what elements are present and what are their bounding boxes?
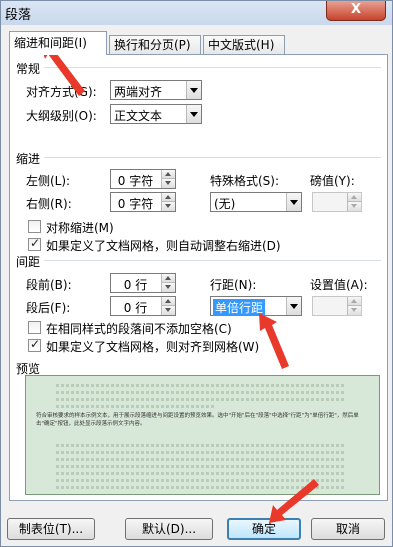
spin-up-icon[interactable]: [348, 193, 361, 202]
spin-down-icon[interactable]: [162, 179, 175, 188]
divider: [44, 260, 381, 261]
outline-level-value: 正文文本: [114, 109, 163, 123]
line-spacing-select[interactable]: 单倍行距: [210, 296, 302, 316]
space-before-value: 0 行: [123, 278, 148, 292]
special-indent-value: (无): [214, 197, 236, 211]
chevron-down-icon[interactable]: [286, 193, 301, 211]
space-after-spinner[interactable]: 0 行: [110, 296, 176, 316]
divider: [44, 67, 381, 68]
ok-button[interactable]: 确定: [227, 518, 301, 540]
cancel-button[interactable]: 取消: [311, 518, 385, 540]
alignment-value: 两端对齐: [114, 85, 163, 99]
line-spacing-label: 行距(N):: [210, 278, 257, 292]
left-indent-spinner[interactable]: 0 字符: [110, 169, 176, 189]
tabs-button[interactable]: 制表位(T)...: [7, 518, 95, 540]
spin-down-icon[interactable]: [162, 306, 175, 315]
spin-up-icon[interactable]: [162, 297, 175, 306]
chevron-down-icon[interactable]: [186, 81, 201, 99]
section-general: 常规: [16, 62, 41, 76]
chevron-down-icon[interactable]: [286, 297, 301, 315]
tab-indent-spacing[interactable]: 缩进和间距(I): [9, 31, 107, 55]
space-after-value: 0 行: [123, 301, 148, 315]
tab-line-page-breaks[interactable]: 换行和分页(P): [109, 35, 201, 55]
dialog-title: 段落: [5, 8, 32, 23]
spacing-at-spinner[interactable]: [312, 296, 362, 316]
close-button[interactable]: X: [326, 1, 386, 21]
preview-pane: 符合审核要求的样本示例文本，用于展示段落缩进与间距设置的预览效果。选中"开始"后…: [25, 375, 380, 495]
special-indent-select[interactable]: (无): [210, 192, 302, 212]
spin-up-icon[interactable]: [348, 297, 361, 306]
outline-level-label: 大纲级别(O):: [26, 109, 97, 123]
spin-down-icon[interactable]: [162, 202, 175, 211]
space-before-label: 段前(B):: [26, 278, 72, 292]
set-default-button[interactable]: 默认(D)...: [125, 518, 213, 540]
right-indent-spinner[interactable]: 0 字符: [110, 192, 176, 212]
spin-up-icon[interactable]: [162, 193, 175, 202]
left-indent-value: 0 字符: [117, 174, 154, 188]
right-indent-label: 右侧(R):: [26, 197, 72, 211]
checkbox-box[interactable]: [28, 337, 41, 352]
checkbox-box[interactable]: [28, 220, 41, 233]
title-bar: 段落 X: [1, 1, 392, 25]
preview-sample-text: 符合审核要求的样本示例文本，用于展示段落缩进与间距设置的预览效果。选中"开始"后…: [36, 413, 359, 427]
indent-by-spinner[interactable]: [312, 192, 362, 212]
outline-level-select[interactable]: 正文文本: [110, 104, 202, 124]
spin-up-icon[interactable]: [162, 274, 175, 283]
space-after-label: 段后(F):: [26, 301, 71, 315]
checkbox-box[interactable]: [28, 236, 41, 251]
section-spacing: 间距: [16, 255, 41, 269]
alignment-label: 对齐方式(G):: [26, 85, 97, 99]
snap-to-grid-label: 如果定义了文档网格，则对齐到网格(W): [46, 340, 260, 354]
space-before-spinner[interactable]: 0 行: [110, 273, 176, 293]
right-indent-value: 0 字符: [117, 197, 154, 211]
section-indentation: 缩进: [16, 152, 41, 166]
divider: [44, 157, 381, 158]
spacing-at-label: 设置值(A):: [310, 278, 368, 292]
checkbox-box[interactable]: [28, 321, 41, 334]
paragraph-dialog: 段落 X 缩进和间距(I) 换行和分页(P) 中文版式(H) 常规 对齐方式(G…: [0, 0, 393, 547]
tab-asian-typography[interactable]: 中文版式(H): [203, 35, 285, 55]
chevron-down-icon[interactable]: [186, 105, 201, 123]
spin-up-icon[interactable]: [162, 170, 175, 179]
no-space-same-style-label: 在相同样式的段落间不添加空格(C): [46, 322, 232, 336]
tab-panel: 常规 对齐方式(G): 两端对齐 大纲级别(O): 正文文本 缩进 左侧(L):…: [9, 54, 388, 501]
spin-down-icon[interactable]: [162, 283, 175, 292]
mirror-indents-label: 对称缩进(M): [46, 221, 114, 235]
alignment-select[interactable]: 两端对齐: [110, 80, 202, 100]
indent-by-label: 磅值(Y):: [310, 174, 355, 188]
left-indent-label: 左侧(L):: [26, 174, 71, 188]
line-spacing-value: 单倍行距: [213, 299, 266, 316]
spin-down-icon[interactable]: [348, 306, 361, 315]
auto-adjust-indent-label: 如果定义了文档网格，则自动调整右缩进(D): [46, 239, 281, 253]
spin-down-icon[interactable]: [348, 202, 361, 211]
special-indent-label: 特殊格式(S):: [210, 174, 280, 188]
